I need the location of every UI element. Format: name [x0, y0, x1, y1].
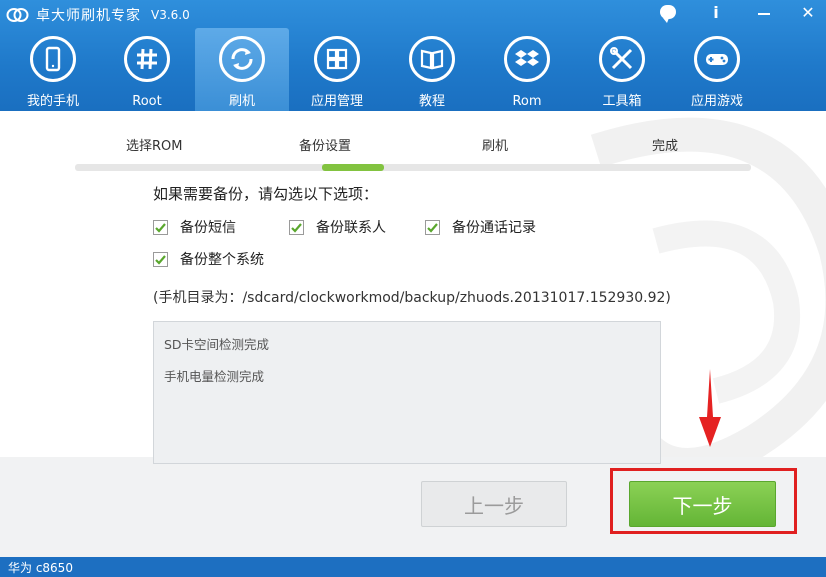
gamepad-icon	[694, 36, 740, 82]
tools-icon	[599, 36, 645, 82]
hash-icon	[124, 36, 170, 82]
nav-label: 教程	[418, 94, 445, 109]
nav-label: 工具箱	[602, 94, 642, 109]
nav-item-my-phone[interactable]: 我的手机	[6, 28, 100, 111]
checkbox-label: 备份联系人	[316, 220, 386, 236]
step-select-rom: 选择ROM	[126, 139, 183, 154]
nav-item-rom[interactable]: Rom	[480, 28, 574, 111]
checkbox-checked-icon	[153, 251, 168, 267]
info-button[interactable]: i	[701, 0, 731, 24]
step-backup-settings: 备份设置	[299, 139, 352, 154]
chat-button[interactable]	[653, 0, 683, 24]
step-flash: 刷机	[482, 139, 509, 154]
step-progress-indicator	[322, 164, 384, 171]
step-progress-track	[75, 164, 751, 171]
refresh-icon	[219, 36, 265, 82]
checkbox-checked-icon	[289, 219, 304, 235]
nav-item-flash[interactable]: 刷机	[195, 28, 289, 111]
backup-contacts-checkbox[interactable]: 备份联系人	[289, 217, 386, 237]
backup-path-text: (手机目录为：/sdcard/clockworkmod/backup/zhuod…	[153, 290, 671, 306]
backup-prompt: 如果需要备份，请勾选以下选项：	[153, 185, 379, 203]
main-content: 选择ROM 备份设置 刷机 完成 如果需要备份，请勾选以下选项： 备份短信 备份…	[0, 111, 826, 557]
nav-item-app-games[interactable]: 应用游戏	[670, 28, 764, 111]
close-button[interactable]: ✕	[793, 0, 823, 24]
red-down-arrow-icon	[699, 369, 721, 447]
nav-label: 刷机	[228, 94, 255, 109]
checkbox-label: 备份整个系统	[180, 252, 264, 268]
nav-item-root[interactable]: Root	[100, 28, 194, 111]
brand: 卓大师刷机专家 V3.6.0	[6, 4, 190, 26]
app-logo-icon	[6, 8, 29, 22]
minimize-icon	[758, 13, 770, 15]
previous-step-button[interactable]: 上一步	[421, 481, 567, 527]
checkbox-checked-icon	[425, 219, 440, 235]
backup-call-log-checkbox[interactable]: 备份通话记录	[425, 217, 536, 237]
checkbox-checked-icon	[153, 219, 168, 235]
checkbox-label: 备份通话记录	[452, 220, 536, 236]
highlight-box	[610, 468, 797, 534]
chat-bubble-icon	[660, 5, 676, 23]
minimize-button[interactable]	[749, 0, 779, 24]
app-version: V3.6.0	[151, 8, 190, 22]
checkbox-label: 备份短信	[180, 220, 236, 236]
header-bar: 卓大师刷机专家 V3.6.0 i ✕ 我的手机 Root 刷机 应用管理 教程 …	[0, 0, 826, 111]
device-name: 华为 c8650	[8, 560, 73, 575]
step-complete: 完成	[652, 139, 679, 154]
app-title: 卓大师刷机专家	[36, 8, 141, 24]
log-panel[interactable]: SD卡空间检测完成 手机电量检测完成	[153, 321, 661, 464]
nav-item-app-manage[interactable]: 应用管理	[290, 28, 384, 111]
grid-icon	[314, 36, 360, 82]
nav-label: 应用游戏	[690, 94, 743, 109]
nav-label: Rom	[512, 94, 542, 109]
backup-sms-checkbox[interactable]: 备份短信	[153, 217, 236, 237]
nav-label: 我的手机	[26, 94, 79, 109]
box-icon	[504, 36, 550, 82]
backup-full-system-checkbox[interactable]: 备份整个系统	[153, 249, 264, 269]
log-line: 手机电量检测完成	[164, 369, 265, 384]
nav-label: 应用管理	[310, 94, 363, 109]
nav-item-toolbox[interactable]: 工具箱	[575, 28, 669, 111]
app-window: 卓大师刷机专家 V3.6.0 i ✕ 我的手机 Root 刷机 应用管理 教程 …	[0, 0, 826, 577]
status-bar: 华为 c8650	[0, 557, 826, 577]
phone-icon	[30, 36, 76, 82]
nav-label: Root	[132, 94, 162, 109]
log-line: SD卡空间检测完成	[164, 337, 270, 352]
nav-item-tutorial[interactable]: 教程	[385, 28, 479, 111]
book-icon	[409, 36, 455, 82]
